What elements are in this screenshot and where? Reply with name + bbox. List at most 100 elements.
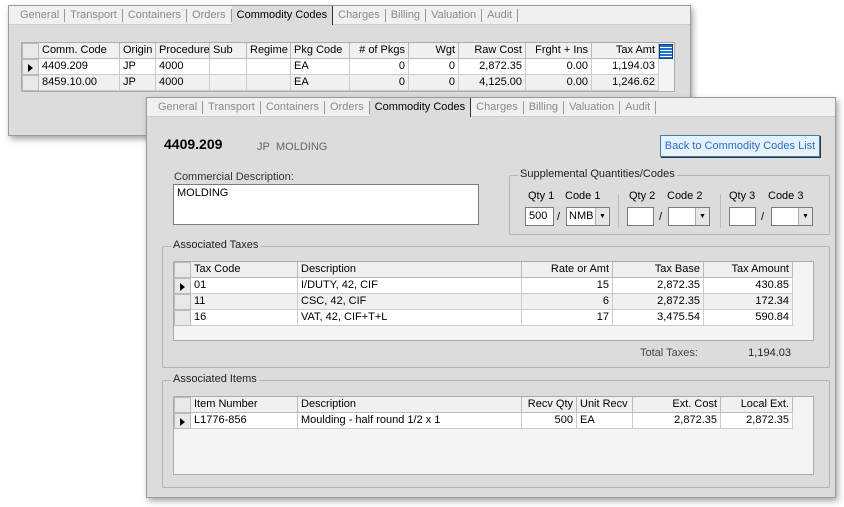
column-header[interactable]: Regime [247, 43, 291, 59]
qty2-label: Qty 2 [629, 190, 656, 202]
row-header[interactable] [174, 310, 191, 326]
column-header[interactable]: Comm. Code [39, 43, 120, 59]
column-header[interactable]: Wgt [409, 43, 459, 59]
tab-billing[interactable]: Billing [524, 100, 565, 114]
row-header[interactable] [22, 59, 39, 75]
tab-audit[interactable]: Audit [620, 100, 657, 114]
code1-select[interactable]: NMB ▼ [566, 207, 610, 226]
tab-orders[interactable]: Orders [325, 100, 370, 114]
column-header[interactable]: Procedure [156, 43, 210, 59]
table-row[interactable]: 01 I/DUTY, 42, CIF 15 2,872.35 430.85 [174, 278, 793, 294]
table-row[interactable]: 11 CSC, 42, CIF 6 2,872.35 172.34 [174, 294, 793, 310]
tab-orders[interactable]: Orders [187, 8, 232, 22]
grid-cell: 4000 [156, 59, 210, 75]
row-header[interactable] [174, 278, 191, 294]
divider [720, 194, 721, 228]
table-row[interactable]: 4409.209 JP 4000 EA 0 0 2,872.35 0.00 1,194.03 [22, 59, 659, 75]
tab-valuation[interactable]: Valuation [564, 100, 621, 114]
grid-cell: 01 [191, 278, 298, 294]
column-header[interactable]: Description [298, 262, 522, 278]
tab-general[interactable]: General [153, 100, 204, 114]
supplemental-title: Supplemental Quantities/Codes [518, 168, 677, 180]
tab-audit[interactable]: Audit [482, 8, 519, 22]
grid-cell: 15 [522, 278, 613, 294]
code1-label: Code 1 [565, 190, 601, 202]
dropdown-arrow-icon[interactable]: ▼ [798, 208, 812, 225]
associated-items-title: Associated Items [171, 373, 259, 385]
code3-label: Code 3 [768, 190, 804, 202]
row-header[interactable] [22, 43, 39, 59]
row-header[interactable] [174, 397, 191, 413]
header-row: Item Number Description Recv Qty Unit Recv E… [174, 397, 793, 413]
grid-cell: 0 [409, 75, 459, 91]
column-header[interactable]: Description [298, 397, 522, 413]
grid-cell [247, 75, 291, 91]
tab-valuation[interactable]: Valuation [426, 8, 483, 22]
tab-charges[interactable]: Charges [471, 100, 524, 114]
column-header[interactable]: Sub [210, 43, 247, 59]
tab-containers[interactable]: Containers [261, 100, 326, 114]
column-header[interactable]: Pkg Code [291, 43, 350, 59]
taxes-grid: Tax Code Description Rate or Amt Tax Base Ta… [173, 261, 814, 341]
row-header[interactable] [22, 75, 39, 91]
column-header[interactable]: Ext. Cost [633, 397, 721, 413]
column-header[interactable]: Unit Recv [577, 397, 633, 413]
tab-general[interactable]: General [15, 8, 66, 22]
row-header[interactable] [174, 262, 191, 278]
grid-cell: 8459.10.00 [39, 75, 120, 91]
grid-cell: 2,872.35 [721, 413, 793, 429]
grid-cell: EA [291, 59, 350, 75]
grid-cell: CSC, 42, CIF [298, 294, 522, 310]
associated-taxes-title: Associated Taxes [171, 239, 261, 251]
table-row[interactable]: L1776-856 Moulding - half round 1/2 x 1 50… [174, 413, 793, 429]
column-header[interactable]: Tax Amt [592, 43, 659, 59]
column-header[interactable]: # of Pkgs [350, 43, 409, 59]
qty3-label: Qty 3 [729, 190, 756, 202]
tab-containers[interactable]: Containers [123, 8, 188, 22]
grid-cell: EA [577, 413, 633, 429]
tab-bar: General Transport Containers Orders Commodit… [9, 5, 690, 25]
column-header[interactable]: Frght + Ins [526, 43, 592, 59]
code3-select[interactable]: ▼ [771, 207, 813, 226]
column-header[interactable]: Tax Amount [704, 262, 793, 278]
qty3-field[interactable] [729, 207, 756, 226]
separator: / [761, 211, 765, 223]
grid-cell: 430.85 [704, 278, 793, 294]
grid-cell [247, 59, 291, 75]
qty2-field[interactable] [627, 207, 654, 226]
column-header[interactable]: Rate or Amt [522, 262, 613, 278]
tab-commodity-codes[interactable]: Commodity Codes [369, 97, 472, 117]
total-taxes-label: Total Taxes: [640, 347, 698, 359]
tab-commodity-codes[interactable]: Commodity Codes [231, 5, 334, 25]
grid-cell: L1776-856 [191, 413, 298, 429]
column-chooser-icon[interactable] [659, 44, 673, 59]
grid-cell: 17 [522, 310, 613, 326]
commercial-description-field[interactable]: MOLDING [173, 184, 479, 225]
back-to-list-button[interactable]: Back to Commodity Codes List [660, 135, 820, 157]
row-header[interactable] [174, 413, 191, 429]
tab-transport[interactable]: Transport [65, 8, 123, 22]
code2-select[interactable]: ▼ [668, 207, 710, 226]
column-header[interactable]: Tax Code [191, 262, 298, 278]
grid-cell: 172.34 [704, 294, 793, 310]
grid-cell: 0.00 [526, 59, 592, 75]
qty1-field[interactable]: 500 [525, 207, 554, 226]
column-header[interactable]: Origin [120, 43, 156, 59]
grid-cell: 0 [350, 59, 409, 75]
row-header[interactable] [174, 294, 191, 310]
dropdown-arrow-icon[interactable]: ▼ [695, 208, 709, 225]
grid-cell: 6 [522, 294, 613, 310]
current-row-arrow-icon [28, 64, 33, 72]
column-header[interactable]: Recv Qty [522, 397, 577, 413]
tab-billing[interactable]: Billing [386, 8, 427, 22]
column-header[interactable]: Raw Cost [459, 43, 526, 59]
dropdown-arrow-icon[interactable]: ▼ [595, 208, 609, 225]
table-row[interactable]: 8459.10.00 JP 4000 EA 0 0 4,125.00 0.00 1,246.62 [22, 75, 659, 91]
column-header[interactable]: Item Number [191, 397, 298, 413]
table-row[interactable]: 16 VAT, 42, CIF+T+L 17 3,475.54 590.84 [174, 310, 793, 326]
column-header[interactable]: Local Ext. [721, 397, 793, 413]
grid-cell: 1,246.62 [592, 75, 659, 91]
tab-charges[interactable]: Charges [333, 8, 386, 22]
column-header[interactable]: Tax Base [613, 262, 704, 278]
tab-transport[interactable]: Transport [203, 100, 261, 114]
